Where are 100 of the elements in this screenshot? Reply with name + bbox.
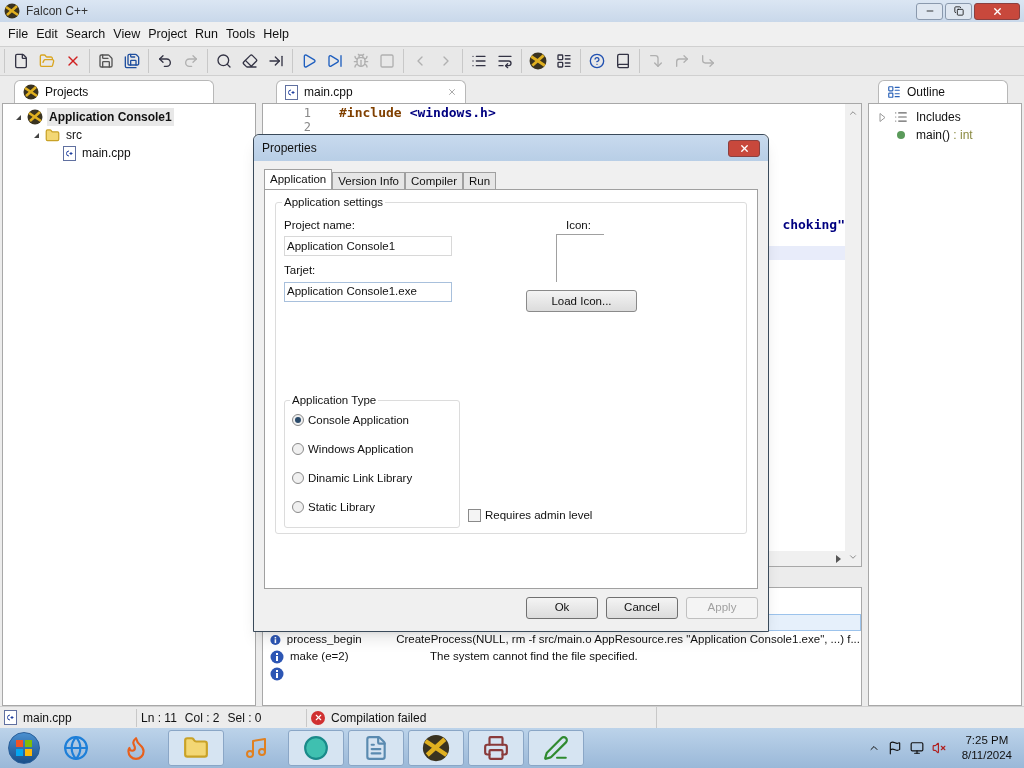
includes-icon	[894, 110, 908, 124]
dialog-tab[interactable]: Run	[463, 172, 497, 189]
function-icon	[897, 131, 905, 139]
logo-icon	[27, 109, 43, 125]
media-icon	[244, 736, 268, 760]
field-label: Tarjet:	[284, 263, 317, 279]
browser-icon	[63, 735, 89, 761]
menu-item[interactable]: Project	[144, 24, 192, 44]
output-message: CreateProcess(NULL, rm -f src/main.o AppResource.res "Application Console1.exe", ...) f...	[396, 631, 860, 647]
expander-icon[interactable]	[33, 131, 41, 139]
panel-tab[interactable]: Projects	[14, 80, 214, 103]
close-icon	[738, 142, 750, 154]
scroll-right-icon[interactable]	[836, 554, 841, 563]
bug-icon	[353, 53, 369, 69]
radio-label: Windows Application	[308, 441, 414, 457]
dialog-tab[interactable]: Application	[264, 169, 333, 189]
radio-button[interactable]	[292, 443, 304, 456]
network-icon[interactable]	[909, 741, 924, 755]
checkbox[interactable]	[468, 509, 481, 523]
help-icon	[589, 53, 605, 69]
window-title: Falcon C++	[26, 3, 89, 20]
line-number: 1	[302, 105, 311, 122]
output-row[interactable]: make (e=2) The system cannot find the file specified.	[269, 648, 861, 665]
menu-item[interactable]: View	[109, 24, 145, 44]
properties-icon	[556, 53, 572, 69]
panel-tab[interactable]: Outline	[878, 80, 1008, 103]
step-into-icon	[648, 53, 664, 69]
document-icon	[363, 735, 389, 761]
editor-icon	[543, 735, 569, 761]
cpp-file-icon	[4, 710, 17, 725]
tree-item[interactable]: main.cpp	[80, 144, 133, 162]
target-field[interactable]: Application Console1.exe	[284, 281, 452, 302]
radio-button[interactable]	[292, 414, 304, 427]
close-tab-icon[interactable]	[447, 87, 457, 97]
line-number: 2	[302, 119, 311, 136]
step-out-icon	[700, 53, 716, 69]
tree-item[interactable]: src	[64, 126, 84, 144]
field-label: Project name:	[284, 218, 356, 233]
eraser-icon	[242, 53, 258, 69]
code-text: <windows.h>	[409, 104, 496, 123]
cpp-file-icon	[63, 145, 76, 161]
status-selection: Sel : 0	[227, 709, 262, 727]
scroll-up-icon[interactable]	[848, 108, 858, 118]
expander-icon[interactable]	[15, 113, 23, 121]
flag-icon[interactable]	[887, 741, 902, 755]
close-button[interactable]	[974, 2, 1020, 20]
radio-label: Console Application	[308, 412, 409, 428]
info-icon	[270, 666, 284, 681]
info-icon	[270, 632, 281, 647]
taskbar-app[interactable]	[408, 730, 464, 766]
radio-button[interactable]	[292, 472, 304, 485]
play-icon	[301, 53, 317, 69]
redo-icon	[183, 53, 199, 69]
outline-item[interactable]: main() : int	[916, 126, 973, 144]
logo-icon	[23, 84, 39, 100]
close-button[interactable]	[728, 139, 760, 157]
icon-preview	[556, 234, 604, 283]
radio-button[interactable]	[292, 501, 304, 514]
menu-item[interactable]: File	[4, 24, 33, 44]
radio-label: Static Library	[308, 499, 376, 515]
taskbar-app[interactable]	[468, 730, 524, 766]
output-row[interactable]: process_begin CreateProcess(NULL, rm -f src/main.o AppResource.res "Application Console1.exe", ...) f...	[269, 631, 861, 648]
project-name-field[interactable]: Application Console1	[284, 236, 452, 257]
tree-item[interactable]: Application Console1	[47, 108, 174, 126]
stop-icon	[379, 53, 395, 69]
volume-muted-icon[interactable]	[931, 741, 946, 755]
status-line: Ln : 11	[141, 709, 177, 727]
save-icon	[98, 53, 114, 69]
dialog-button[interactable]: Ok	[526, 597, 598, 619]
circle-icon	[303, 735, 329, 761]
menu-item[interactable]: Run	[191, 24, 223, 44]
menu-item[interactable]: Edit	[32, 24, 62, 44]
status-column: Col : 2	[184, 708, 220, 727]
menu-item[interactable]: Search	[61, 24, 110, 44]
wrap-icon	[497, 53, 513, 69]
checkbox-label: Requires admin level	[485, 508, 593, 523]
windows-logo-icon	[16, 740, 32, 756]
logo-icon	[422, 734, 450, 762]
dialog-tab[interactable]: Version Info	[332, 172, 405, 189]
outline-item[interactable]: Includes	[916, 108, 961, 126]
clock[interactable]: 7:25 PM 8/11/2024	[961, 733, 1012, 763]
book-icon	[615, 53, 631, 69]
printer-icon	[483, 735, 509, 761]
skip-icon	[327, 53, 343, 69]
undo-icon	[157, 53, 173, 69]
minimize-button[interactable]	[916, 2, 943, 20]
dialog-tab[interactable]: Compiler	[405, 172, 463, 189]
arrow-icon	[268, 53, 284, 69]
scroll-down-icon[interactable]	[848, 552, 858, 562]
code-keyword: #include	[339, 104, 402, 123]
menu-item[interactable]: Tools	[222, 24, 260, 44]
panel-tab[interactable]: main.cpp	[276, 80, 466, 103]
status-file: main.cpp	[23, 709, 72, 727]
vertical-scrollbar[interactable]	[845, 104, 861, 566]
maximize-button[interactable]	[945, 2, 972, 20]
load-icon-button[interactable]: Load Icon...	[526, 290, 637, 313]
menu-item[interactable]: Help	[259, 24, 293, 44]
dialog-button[interactable]: Cancel	[606, 597, 678, 619]
field-label: Icon:	[566, 218, 592, 233]
list-icon	[471, 53, 487, 69]
